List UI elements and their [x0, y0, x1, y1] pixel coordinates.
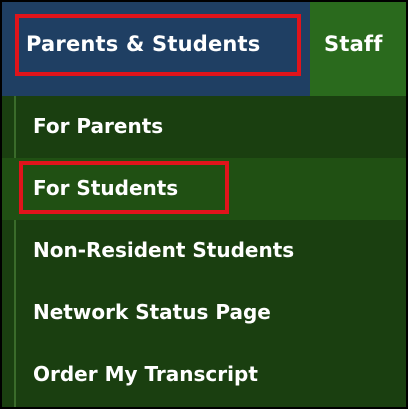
tab-parents-students[interactable]: Parents & Students: [2, 2, 310, 96]
tab-parents-students-label[interactable]: Parents & Students: [26, 32, 261, 56]
site-navigation: Parents & Students Staff For Parents For…: [0, 0, 408, 409]
menu-item-label: Order My Transcript: [33, 362, 258, 386]
top-nav-bar: Parents & Students Staff: [2, 2, 406, 96]
menu-item-label: For Parents: [33, 114, 164, 138]
menu-item-for-students[interactable]: For Students: [2, 158, 406, 220]
menu-item-for-parents[interactable]: For Parents: [2, 96, 406, 158]
menu-item-network-status-page[interactable]: Network Status Page: [2, 282, 406, 344]
menu-item-label: Network Status Page: [33, 300, 271, 324]
menu-item-non-resident-students[interactable]: Non-Resident Students: [2, 220, 406, 282]
menu-item-label: Non-Resident Students: [33, 238, 295, 262]
dropdown-menu: For Parents For Students Non-Resident St…: [2, 96, 406, 407]
tab-staff[interactable]: Staff: [324, 32, 383, 56]
menu-item-label: For Students: [33, 176, 179, 200]
menu-item-order-my-transcript[interactable]: Order My Transcript: [2, 344, 406, 406]
